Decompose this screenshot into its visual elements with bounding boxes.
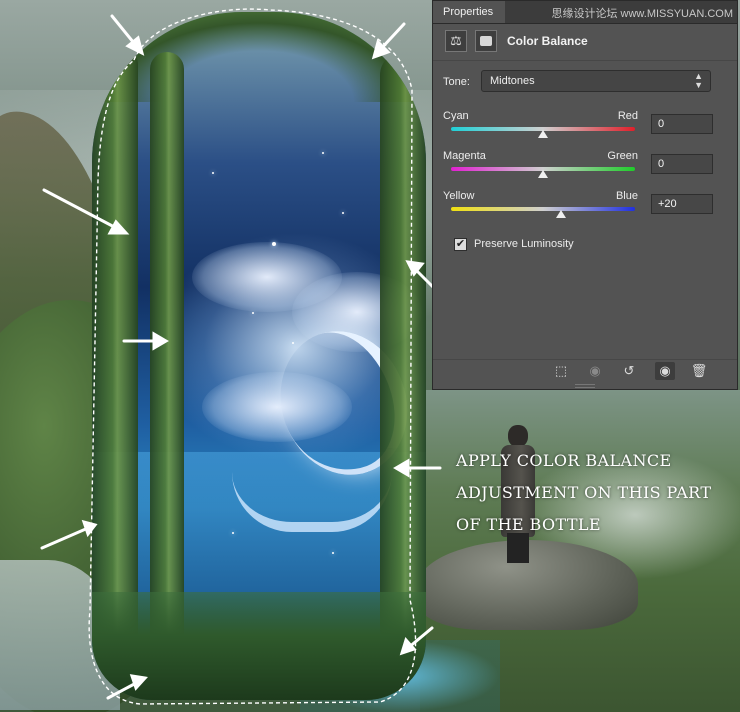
adjustment-title: Color Balance [507, 34, 588, 48]
magenta-green-value-input[interactable]: 0 [651, 154, 713, 174]
up-down-arrows-icon: ▲ ▼ [694, 71, 703, 90]
mask-icon[interactable] [475, 30, 497, 52]
visibility-eye-icon[interactable]: ◉ [655, 362, 675, 380]
arrow [42, 188, 122, 232]
slider-left-label: Magenta [443, 150, 486, 162]
panel-footer: ⬚ ◉ ↺ ◉ 🗑 [433, 359, 737, 382]
preserve-luminosity-checkbox[interactable]: ✔ [454, 238, 467, 251]
tab-properties[interactable]: Properties [433, 1, 505, 23]
view-previous-state-icon[interactable]: ◉ [585, 362, 605, 380]
arrow-head-icon [393, 458, 410, 478]
annotation-line: ADJUSTMENT ON THIS PART [456, 483, 712, 502]
panel-resize-grip[interactable] [575, 384, 595, 388]
selection-marquee [88, 8, 417, 705]
balance-scale-icon[interactable]: ⚖ [445, 30, 467, 52]
slider-right-label: Red [617, 110, 638, 122]
arrow [40, 526, 90, 550]
magenta-green-slider-thumb[interactable] [538, 170, 548, 178]
arrow-head-icon [399, 637, 417, 656]
cyan-red-value-input[interactable]: 0 [651, 114, 713, 134]
annotation-arrows [40, 14, 442, 700]
yellow-blue-slider-row: Yellow Blue +20 [433, 190, 737, 230]
tone-dropdown-value: Midtones [490, 75, 535, 87]
reset-icon[interactable]: ↺ [619, 362, 639, 380]
panel-tab-bar: Properties 思缘设计论坛 www.MISSYUAN.COM [433, 1, 737, 24]
slider-right-label: Green [607, 150, 638, 162]
watermark: 思缘设计论坛 www.MISSYUAN.COM [551, 8, 733, 20]
yellow-blue-value-input[interactable]: +20 [651, 194, 713, 214]
preserve-luminosity-label: Preserve Luminosity [474, 238, 574, 250]
tone-dropdown[interactable]: Midtones ▲ ▼ [481, 70, 711, 92]
yellow-blue-slider-thumb[interactable] [556, 210, 567, 218]
annotation-line: APPLY COLOR BALANCE [456, 451, 672, 470]
annotation-line: OF THE BOTTLE [456, 515, 602, 534]
yellow-blue-slider-track[interactable] [451, 207, 635, 211]
magenta-green-slider-row: Magenta Green 0 [433, 150, 737, 190]
cyan-red-slider-row: Cyan Red 0 [433, 110, 737, 150]
cyan-red-slider-thumb[interactable] [538, 130, 548, 138]
clip-to-layer-icon[interactable]: ⬚ [551, 362, 571, 380]
slider-left-label: Yellow [443, 190, 475, 202]
arrow-head-icon [107, 219, 130, 235]
slider-right-label: Blue [615, 190, 638, 202]
arrow-head-icon [152, 331, 169, 351]
adjustment-header: ⚖ Color Balance [433, 24, 737, 61]
slider-left-label: Cyan [443, 110, 469, 122]
trash-icon[interactable]: 🗑 [689, 362, 709, 380]
properties-panel: Properties 思缘设计论坛 www.MISSYUAN.COM ⚖ Col… [432, 0, 738, 390]
annotation-text: APPLY COLOR BALANCE ADJUSTMENT ON THIS P… [456, 445, 738, 541]
arrow-head-icon [129, 674, 148, 691]
tone-label: Tone: [443, 76, 470, 88]
arrow-head-icon [81, 519, 98, 538]
